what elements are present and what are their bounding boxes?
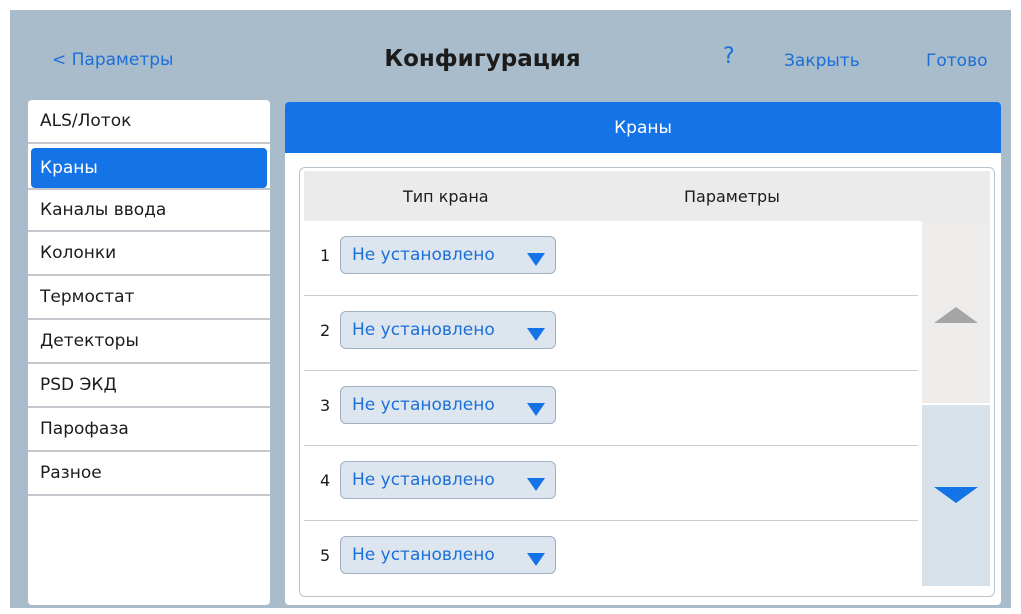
row-number: 1	[320, 246, 331, 265]
sidebar: ALS/Лоток Краны Каналы ввода Колонки Тер…	[28, 100, 270, 605]
chevron-down-icon	[527, 253, 545, 266]
table-rows: 1 Не установлено 2 Не установлено 3 Не у…	[304, 221, 918, 596]
table-row: 2 Не установлено	[304, 296, 918, 371]
page-title-text: Конфигурация	[384, 46, 581, 72]
scroll-up-button[interactable]	[922, 221, 990, 403]
help-button[interactable]: ?	[723, 44, 735, 69]
sidebar-item-misc[interactable]: Разное	[28, 452, 270, 496]
valve-type-select[interactable]: Не установлено	[340, 311, 556, 349]
valve-type-value: Не установлено	[352, 245, 495, 265]
row-number: 4	[320, 471, 331, 490]
row-number: 5	[320, 546, 331, 565]
close-button[interactable]: Закрыть	[784, 51, 860, 71]
panel-title: Краны	[285, 102, 1001, 153]
chevron-down-icon	[527, 478, 545, 491]
column-header-parameters: Параметры	[684, 187, 780, 206]
row-number: 3	[320, 396, 331, 415]
scroll-down-button[interactable]	[922, 405, 990, 586]
sidebar-item-detectors[interactable]: Детекторы	[28, 320, 270, 364]
sidebar-item-headspace[interactable]: Парофаза	[28, 408, 270, 452]
sidebar-item-psd-ekd[interactable]: PSD ЭКД	[28, 364, 270, 408]
valve-type-select[interactable]: Не установлено	[340, 236, 556, 274]
top-bar: < Параметры Конфигурация ? Закрыть Готов…	[10, 10, 1011, 100]
page-title: Конфигурация	[10, 46, 1011, 72]
table-row: 3 Не установлено	[304, 371, 918, 446]
valve-type-value: Не установлено	[352, 320, 495, 340]
column-header-valve-type: Тип крана	[403, 187, 489, 206]
chevron-down-icon	[527, 553, 545, 566]
sidebar-item-input-channels[interactable]: Каналы ввода	[28, 188, 270, 232]
valve-type-select[interactable]: Не установлено	[340, 536, 556, 574]
table-row: 1 Не установлено	[304, 221, 918, 296]
row-number: 2	[320, 321, 331, 340]
valves-panel: Краны Тип крана Параметры 1 Не установле…	[285, 102, 1001, 605]
table-row: 5 Не установлено	[304, 521, 918, 596]
sidebar-item-valves[interactable]: Краны	[31, 148, 267, 188]
triangle-down-icon	[934, 487, 978, 503]
chevron-down-icon	[527, 403, 545, 416]
sidebar-item-columns[interactable]: Колонки	[28, 232, 270, 276]
valve-type-select[interactable]: Не установлено	[340, 386, 556, 424]
app-window: < Параметры Конфигурация ? Закрыть Готов…	[10, 10, 1011, 608]
table-header: Тип крана Параметры	[304, 171, 990, 221]
table-row: 4 Не установлено	[304, 446, 918, 521]
valve-type-value: Не установлено	[352, 395, 495, 415]
valves-table: Тип крана Параметры 1 Не установлено 2 Н…	[299, 167, 995, 597]
valve-type-value: Не установлено	[352, 470, 495, 490]
sidebar-item-thermostat[interactable]: Термостат	[28, 276, 270, 320]
triangle-up-icon	[934, 307, 978, 323]
chevron-down-icon	[527, 328, 545, 341]
sidebar-item-als-tray[interactable]: ALS/Лоток	[28, 100, 270, 144]
valve-type-value: Не установлено	[352, 545, 495, 565]
done-button[interactable]: Готово	[926, 51, 988, 71]
valve-type-select[interactable]: Не установлено	[340, 461, 556, 499]
